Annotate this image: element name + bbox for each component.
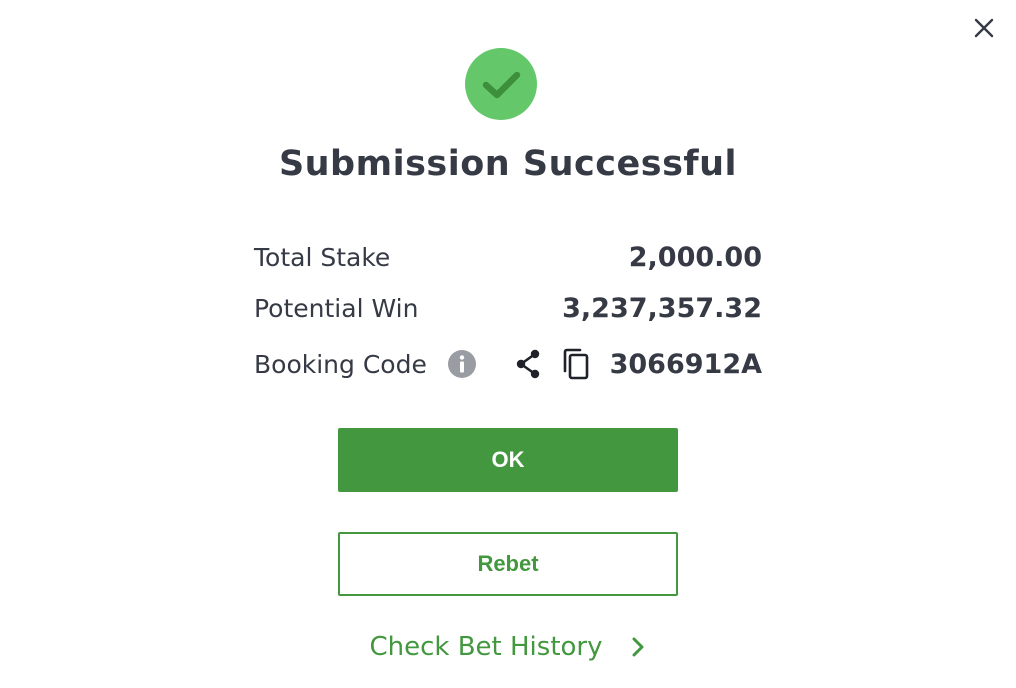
info-icon[interactable] bbox=[447, 349, 477, 379]
check-circle-icon bbox=[465, 48, 537, 120]
booking-code-value: 3066912A bbox=[609, 348, 762, 380]
close-button[interactable] bbox=[968, 12, 1000, 44]
share-icon[interactable] bbox=[512, 347, 544, 381]
total-stake-value: 2,000.00 bbox=[628, 241, 762, 273]
booking-code-label-group: Booking Code bbox=[254, 349, 477, 379]
close-icon bbox=[974, 18, 994, 38]
ok-button[interactable]: OK bbox=[338, 428, 678, 492]
potential-win-label: Potential Win bbox=[254, 293, 419, 323]
potential-win-value: 3,237,357.32 bbox=[562, 292, 762, 324]
dialog-title: Submission Successful bbox=[278, 144, 738, 184]
chevron-right-icon bbox=[629, 635, 647, 659]
total-stake-label: Total Stake bbox=[254, 242, 391, 272]
booking-code-row: Booking Code 3066912A bbox=[254, 344, 762, 384]
booking-code-label: Booking Code bbox=[254, 349, 427, 379]
copy-icon[interactable] bbox=[560, 347, 592, 381]
potential-win-row: Potential Win 3,237,357.32 bbox=[254, 288, 762, 328]
booking-code-actions: 3066912A bbox=[486, 347, 762, 381]
check-bet-history-label: Check Bet History bbox=[369, 632, 603, 662]
total-stake-row: Total Stake 2,000.00 bbox=[254, 237, 762, 277]
rebet-button[interactable]: Rebet bbox=[338, 532, 678, 596]
check-bet-history-link[interactable]: Check Bet History bbox=[0, 632, 1016, 662]
